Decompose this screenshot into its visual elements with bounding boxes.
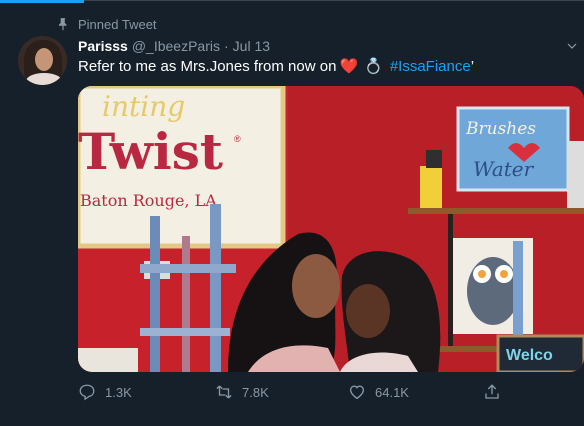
ring-emoji: 💍 xyxy=(364,58,383,75)
hashtag-link[interactable]: #IssaFiance xyxy=(390,57,471,76)
retweet-count: 7.8K xyxy=(242,384,269,400)
sign-location: Baton Rouge, LA xyxy=(80,191,217,210)
pin-icon xyxy=(58,18,67,31)
like-button[interactable]: 64.1K xyxy=(348,383,409,401)
sign-arc-text: inting xyxy=(102,90,185,123)
canvas-line1: Brushes xyxy=(465,119,536,139)
pinned-text: Pinned Tweet xyxy=(78,16,157,32)
tab-indicator xyxy=(0,0,84,3)
top-divider xyxy=(84,0,584,1)
heart-emoji: ❤️ xyxy=(339,58,359,75)
tweet-photo[interactable]: inting Twist ® Baton Rouge, LA Brushes W… xyxy=(78,86,584,372)
welcome-sign-text: Welco xyxy=(506,347,553,364)
author-handle[interactable]: @_IbeezParis xyxy=(132,38,220,54)
tweet-text: Refer to me as Mrs.Jones from now on ❤️ … xyxy=(78,57,576,76)
sign-registered: ® xyxy=(234,134,241,144)
avatar[interactable] xyxy=(18,36,67,85)
share-button[interactable] xyxy=(483,383,510,401)
heart-icon xyxy=(349,385,365,400)
tweet-body: Refer to me as Mrs.Jones from now on xyxy=(78,58,337,75)
like-count: 64.1K xyxy=(375,384,409,400)
canvas-line2: Water xyxy=(473,157,535,181)
photo-scene: inting Twist ® Baton Rouge, LA Brushes W… xyxy=(78,86,584,372)
reply-icon xyxy=(79,384,95,401)
pinned-tweet-label: Pinned Tweet xyxy=(56,16,157,32)
share-icon xyxy=(485,384,499,399)
retweet-icon xyxy=(216,385,232,399)
tweet-date[interactable]: Jul 13 xyxy=(233,38,270,54)
header-separator: · xyxy=(223,38,229,54)
reply-count: 1.3K xyxy=(105,384,132,400)
retweet-button[interactable]: 7.8K xyxy=(215,383,269,401)
chevron-down-icon[interactable] xyxy=(566,40,578,52)
trailing-mark: ’ xyxy=(470,58,475,75)
tweet-header: Parisss @_IbeezParis · Jul 13 xyxy=(78,37,584,55)
sign-brand: Twist xyxy=(78,122,223,181)
reply-button[interactable]: 1.3K xyxy=(78,383,132,401)
tweet-actions: 1.3K 7.8K 64.1K xyxy=(78,383,499,403)
author-display-name[interactable]: Parisss xyxy=(78,38,128,54)
